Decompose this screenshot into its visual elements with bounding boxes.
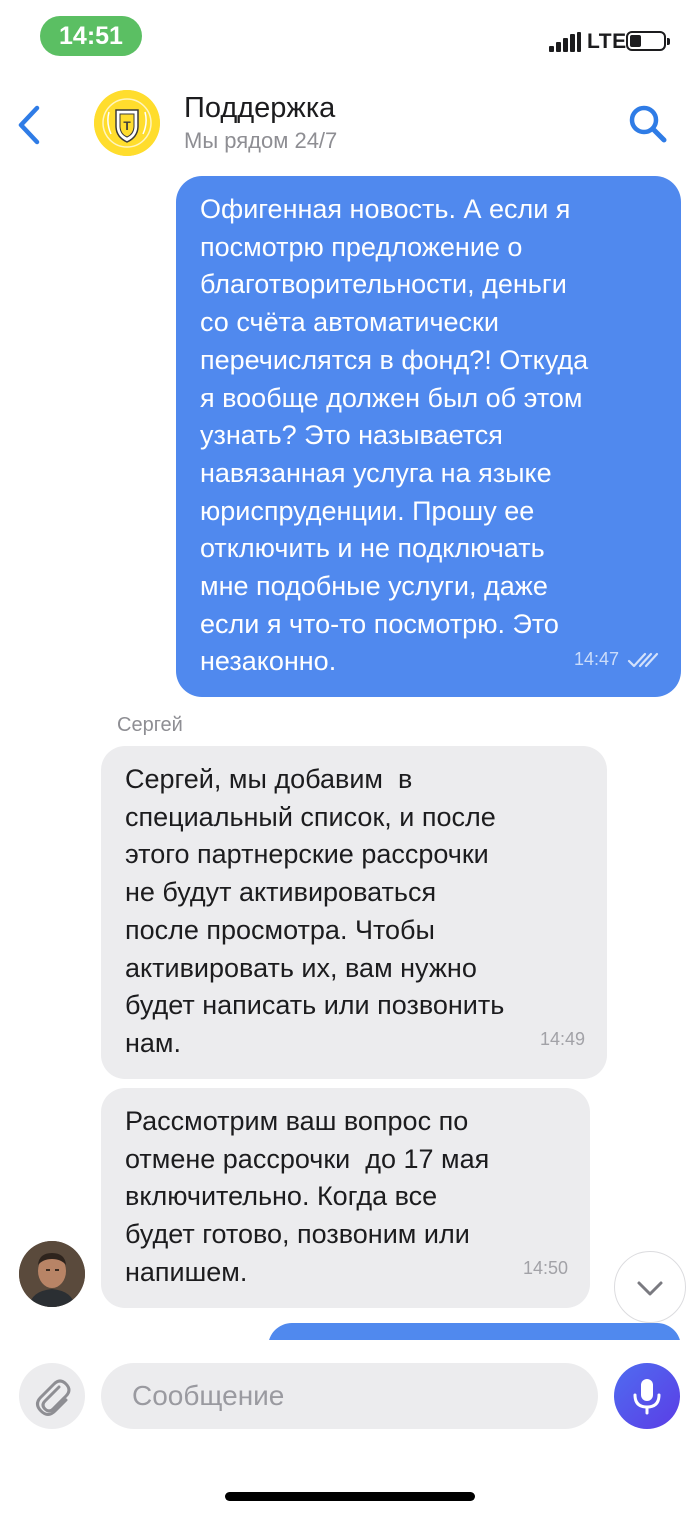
network-type: LTE: [587, 30, 627, 53]
home-indicator[interactable]: [225, 1492, 475, 1501]
signal-strength-icon: [549, 32, 581, 52]
message-time: 14:49: [539, 1029, 585, 1050]
paperclip-icon: [36, 1379, 71, 1416]
message-meta: 14:47: [574, 641, 659, 679]
chevron-left-icon: [18, 105, 40, 145]
search-icon: [629, 105, 667, 143]
search-button[interactable]: [626, 102, 670, 146]
message-text: Офигенная новость. А если я посмотрю пре…: [200, 194, 589, 677]
chat-header: Т Поддержка Мы рядом 24/7: [0, 80, 700, 170]
message-text: Сергей, мы добавим в специальный список,…: [125, 764, 505, 1058]
shield-logo-icon: Т: [94, 90, 160, 156]
svg-text:Т: Т: [123, 119, 131, 133]
message-composer: [0, 1340, 700, 1460]
message-text: Рассмотрим ваш вопрос по отмене рассрочк…: [125, 1106, 490, 1287]
message-time: 14:47: [573, 649, 619, 670]
outgoing-message[interactable]: Офигенная новость. А если я посмотрю пре…: [176, 176, 681, 697]
bank-logo-avatar: Т: [94, 90, 160, 156]
double-check-icon: [627, 653, 659, 668]
incoming-message[interactable]: Рассмотрим ваш вопрос по отмене рассрочк…: [101, 1088, 590, 1308]
back-button[interactable]: [10, 98, 50, 152]
sender-name: Сергей: [117, 714, 183, 736]
scroll-down-button[interactable]: [614, 1251, 686, 1323]
microphone-icon: [633, 1379, 661, 1415]
message-input[interactable]: [101, 1363, 598, 1429]
agent-photo: [19, 1241, 85, 1307]
message-time: 14:50: [522, 1258, 568, 1279]
attach-button[interactable]: [19, 1363, 85, 1429]
status-time: 14:51: [40, 16, 142, 56]
voice-message-button[interactable]: [614, 1363, 680, 1429]
chevron-down-icon: [637, 1281, 663, 1296]
battery-icon: [626, 31, 670, 51]
agent-avatar[interactable]: [19, 1241, 85, 1307]
status-bar: 14:51 LTE: [0, 0, 700, 80]
chat-subtitle: Мы рядом 24/7: [184, 128, 338, 153]
chat-title: Поддержка: [184, 92, 336, 124]
incoming-message[interactable]: Сергей, мы добавим в специальный список,…: [101, 746, 607, 1079]
